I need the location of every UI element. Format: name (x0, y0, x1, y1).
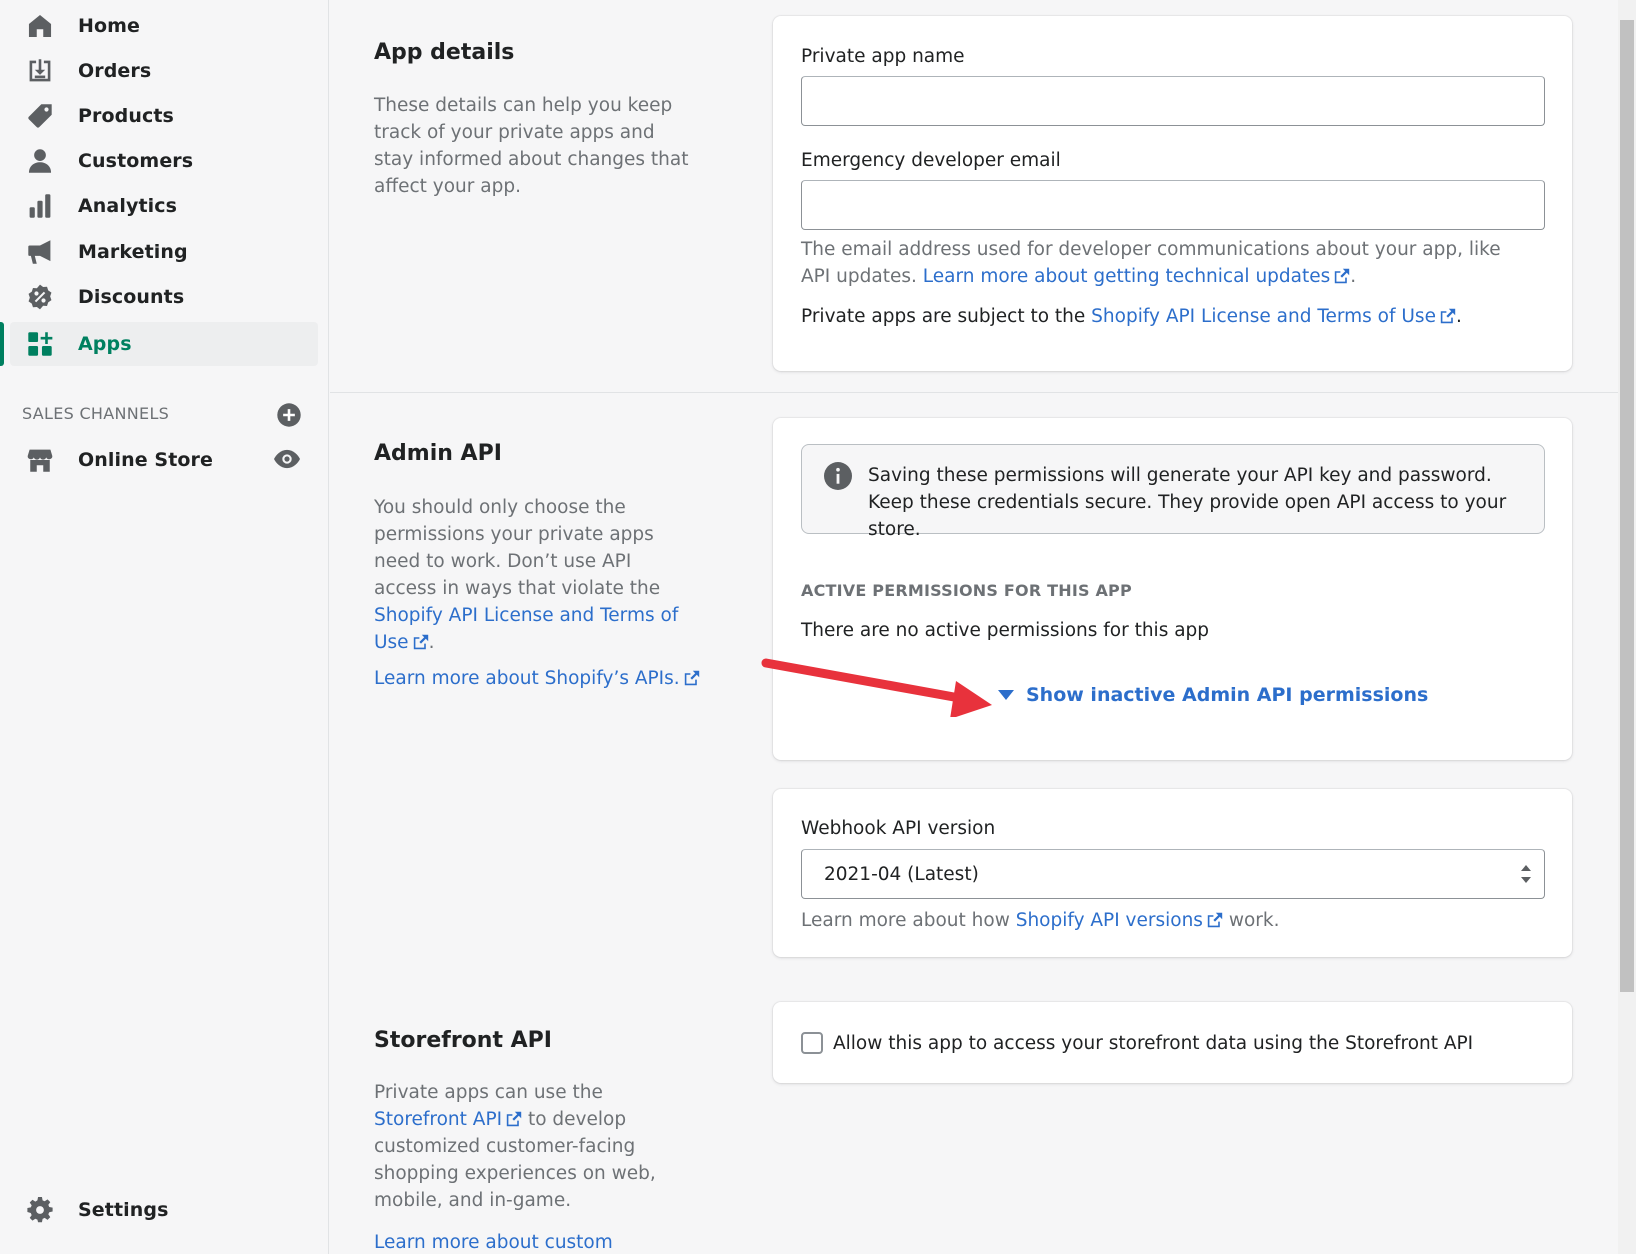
storefront-access-label: Allow this app to access your storefront… (833, 1032, 1474, 1054)
sidebar-item-label: Discounts (78, 286, 185, 308)
sidebar-item-marketing[interactable]: Marketing (10, 230, 318, 274)
orders-icon (26, 57, 54, 85)
app-details-card: Private app name Emergency developer ema… (773, 16, 1572, 371)
app-details-description: These details can help you keep track of… (374, 95, 689, 197)
sidebar-item-label: Settings (78, 1199, 169, 1221)
bar-chart-icon (26, 192, 54, 220)
store-icon (26, 446, 54, 474)
developer-email-input[interactable] (801, 180, 1545, 230)
sidebar-item-label: Marketing (78, 241, 188, 263)
show-inactive-permissions-button[interactable]: Show inactive Admin API permissions (998, 684, 1428, 706)
view-store-eye-icon[interactable] (274, 447, 302, 471)
caret-down-icon (998, 690, 1014, 700)
webhook-card: Webhook API version 2021-04 (Latest) Lea… (773, 789, 1572, 957)
person-icon (26, 147, 54, 175)
webhook-help: Learn more about how Shopify API version… (801, 907, 1521, 934)
external-link-icon (506, 1111, 522, 1127)
admin-api-description-text: You should only choose the permissions y… (374, 497, 661, 599)
sidebar-item-label: Home (78, 15, 141, 37)
add-sales-channel-icon[interactable] (276, 402, 302, 428)
storefront-api-link-text: Storefront API (374, 1109, 503, 1130)
storefront-api-link[interactable]: Storefront API (374, 1109, 522, 1130)
period: . (1350, 266, 1357, 287)
terms-notice: Private apps are subject to the Shopify … (801, 306, 1462, 327)
learn-more-custom-link[interactable]: Learn more about custom (374, 1232, 613, 1253)
scrollbar-thumb[interactable] (1620, 20, 1634, 992)
app-details-title: App details (374, 40, 515, 65)
show-inactive-permissions-label: Show inactive Admin API permissions (1026, 684, 1429, 706)
learn-more-apis-link[interactable]: Learn more about Shopify’s APIs. (374, 668, 700, 689)
api-versions-link[interactable]: Shopify API versions (1016, 910, 1223, 931)
sidebar-item-label: Analytics (78, 195, 178, 217)
sidebar-item-orders[interactable]: Orders (10, 49, 318, 93)
home-icon (26, 12, 54, 40)
terms-prefix: Private apps are subject to the (801, 306, 1086, 327)
developer-email-label: Emergency developer email (801, 150, 1061, 171)
sales-channels-heading: SALES CHANNELS (22, 404, 170, 423)
admin-api-title: Admin API (374, 441, 502, 466)
discount-icon (26, 283, 54, 311)
external-link-icon (1335, 268, 1350, 284)
webhook-version-select[interactable]: 2021-04 (Latest) (801, 849, 1545, 899)
private-app-name-label: Private app name (801, 46, 965, 67)
external-link-icon (684, 670, 699, 686)
select-arrows-icon (1521, 865, 1531, 883)
annotation-arrow (761, 658, 992, 717)
api-terms-link-text: Shopify API License and Terms of Use (1091, 306, 1436, 327)
storefront-access-checkbox-row[interactable]: Allow this app to access your storefront… (801, 1032, 1473, 1054)
api-versions-link-text: Shopify API versions (1015, 910, 1203, 931)
storefront-access-checkbox[interactable] (801, 1032, 823, 1054)
api-terms-link[interactable]: Shopify API License and Terms of Use (1091, 306, 1456, 327)
sidebar-item-label: Online Store (78, 449, 214, 471)
external-link-icon (1207, 912, 1223, 928)
sidebar-item-settings[interactable]: Settings (10, 1188, 318, 1232)
tag-icon (26, 102, 54, 130)
storefront-description-prefix: Private apps can use the (374, 1082, 603, 1103)
info-banner: Saving these permissions will generate y… (801, 444, 1545, 540)
active-indicator (0, 322, 4, 366)
webhook-help-suffix: work. (1228, 910, 1280, 931)
webhook-version-value: 2021-04 (Latest) (824, 863, 979, 885)
info-icon (824, 462, 852, 490)
period: . (428, 632, 435, 653)
megaphone-icon (26, 238, 54, 266)
webhook-help-prefix: Learn more about how (801, 910, 1010, 931)
private-app-name-input[interactable] (801, 76, 1545, 126)
sidebar: Home Orders Products Customers Analytics… (0, 0, 329, 1254)
gear-icon (26, 1196, 54, 1224)
technical-updates-link-text: Learn more about getting technical updat… (922, 266, 1331, 287)
sidebar-item-online-store[interactable]: Online Store (10, 438, 318, 482)
external-link-icon (413, 634, 428, 650)
sidebar-item-label: Products (78, 105, 174, 127)
sidebar-item-label: Apps (78, 333, 132, 355)
storefront-api-description: Private apps can use the Storefront API … (374, 1079, 694, 1214)
sidebar-item-analytics[interactable]: Analytics (10, 184, 318, 228)
section-divider (330, 392, 1620, 393)
sidebar-item-label: Orders (78, 60, 152, 82)
active-permissions-heading: ACTIVE PERMISSIONS FOR THIS APP (801, 581, 1132, 600)
sidebar-item-home[interactable]: Home (10, 4, 318, 48)
period: . (1455, 306, 1462, 327)
storefront-api-title: Storefront API (374, 1028, 552, 1053)
developer-email-help: The email address used for developer com… (801, 236, 1521, 290)
no-permissions-text: There are no active permissions for this… (801, 620, 1210, 641)
sidebar-item-label: Customers (78, 150, 194, 172)
external-link-icon (1440, 308, 1456, 324)
storefront-card: Allow this app to access your storefront… (773, 1002, 1572, 1083)
sidebar-item-apps[interactable]: Apps (10, 322, 318, 366)
webhook-version-label: Webhook API version (801, 818, 996, 839)
info-banner-text: Saving these permissions will generate y… (868, 465, 1507, 540)
admin-api-terms-link[interactable]: Shopify API License and Terms of Use (374, 605, 678, 653)
sidebar-item-customers[interactable]: Customers (10, 139, 318, 183)
sidebar-item-discounts[interactable]: Discounts (10, 275, 318, 319)
technical-updates-link[interactable]: Learn more about getting technical updat… (923, 266, 1351, 287)
learn-more-apis-link-text: Learn more about Shopify’s APIs. (374, 668, 680, 689)
admin-api-description: You should only choose the permissions y… (374, 494, 694, 656)
apps-icon (26, 330, 54, 358)
sidebar-item-products[interactable]: Products (10, 94, 318, 138)
